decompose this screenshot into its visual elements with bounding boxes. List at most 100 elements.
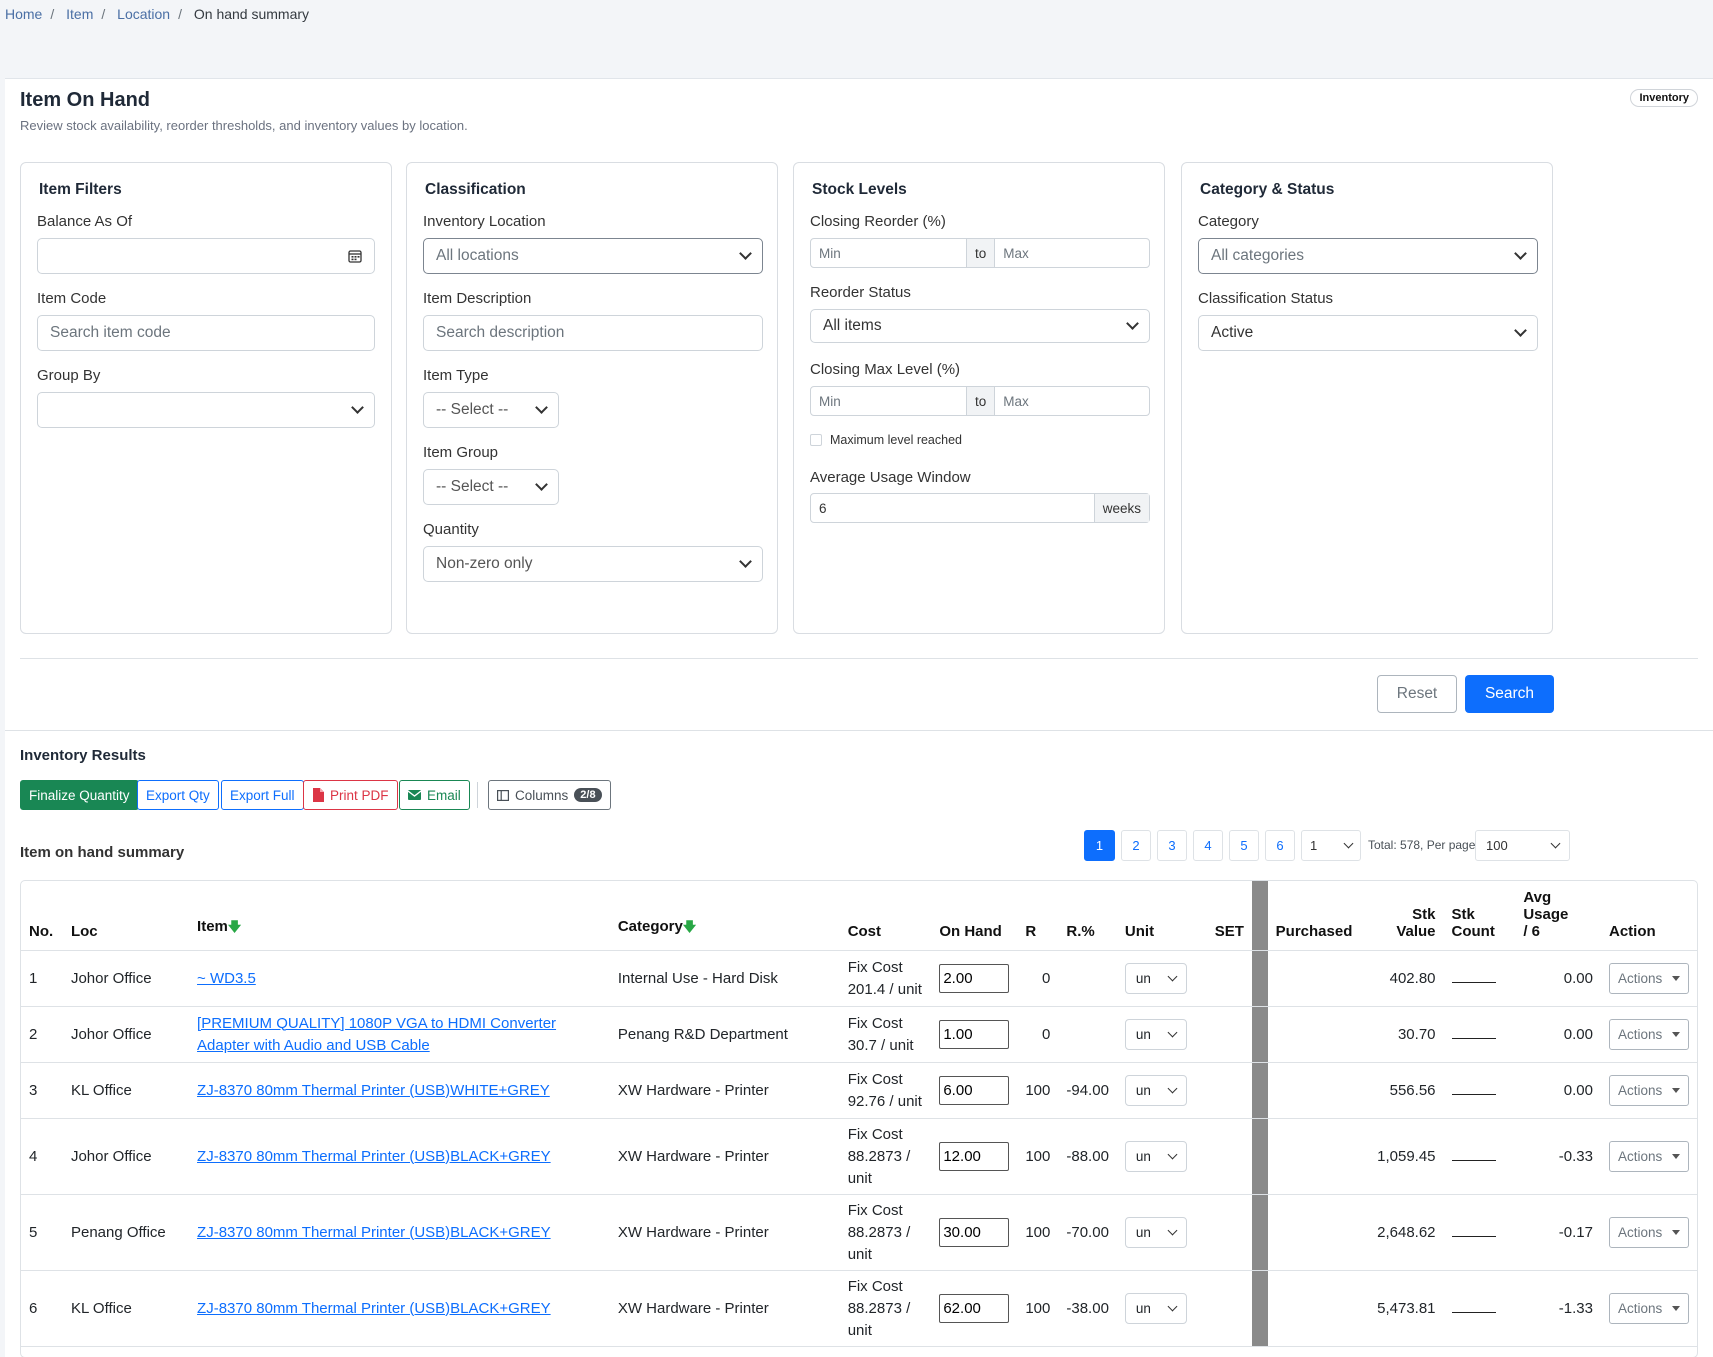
main-card: Item On Hand Review stock availability, … xyxy=(5,78,1713,1357)
columns-button[interactable]: Columns 2/8 xyxy=(488,780,611,810)
row-stk-value: 402.80 xyxy=(1363,950,1444,1007)
on-hand-input[interactable] xyxy=(939,1142,1010,1171)
row-avg-usage: 0.00 xyxy=(1515,1006,1601,1063)
item-group-select[interactable]: -- Select -- xyxy=(423,469,559,505)
row-r: 100 xyxy=(1017,1194,1059,1271)
page-3-button[interactable]: 3 xyxy=(1157,830,1187,861)
closing-reorder-min-input[interactable]: Min xyxy=(811,239,966,267)
col-loc[interactable]: Loc xyxy=(62,881,190,951)
on-hand-input[interactable] xyxy=(939,1218,1010,1247)
on-hand-input[interactable] xyxy=(939,964,1010,993)
row-category: Internal Use - Hard Disk xyxy=(609,950,840,1007)
reset-button[interactable]: Reset xyxy=(1377,675,1457,713)
col-stk-count[interactable]: Stk Count xyxy=(1443,881,1516,951)
row-on-hand xyxy=(931,1006,1018,1063)
item-link[interactable]: [PREMIUM QUALITY] 1080P VGA to HDMI Conv… xyxy=(197,1015,556,1054)
actions-dropdown[interactable]: Actions xyxy=(1609,1293,1689,1324)
calendar-icon[interactable] xyxy=(348,249,362,263)
classification-status-select[interactable]: Active xyxy=(1198,315,1538,351)
item-link[interactable]: ZJ-8370 80mm Thermal Printer (USB)BLACK+… xyxy=(197,1224,551,1241)
quantity-select[interactable]: Non-zero only xyxy=(423,546,763,582)
quantity-label: Quantity xyxy=(423,521,479,538)
page-4-button[interactable]: 4 xyxy=(1193,830,1223,861)
col-avg-usage[interactable]: Avg Usage/ 6 xyxy=(1515,881,1601,951)
print-pdf-button[interactable]: Print PDF xyxy=(303,780,398,810)
col-r[interactable]: R xyxy=(1017,881,1059,951)
col-stk-value[interactable]: Stk Value xyxy=(1363,881,1444,951)
max-level-reached-checkbox[interactable] xyxy=(810,434,822,446)
stk-count-input[interactable] xyxy=(1451,1299,1496,1313)
row-item: ZJ-8370 80mm Thermal Printer (USB)BLACK+… xyxy=(189,1270,610,1347)
item-link[interactable]: ZJ-8370 80mm Thermal Printer (USB)BLACK+… xyxy=(197,1148,551,1165)
row-cost: Fix Cost 88.2873 / unit xyxy=(839,1118,932,1195)
item-link[interactable]: ZJ-8370 80mm Thermal Printer (USB)WHITE+… xyxy=(197,1082,550,1099)
col-item[interactable]: Item🡇 xyxy=(189,881,610,951)
item-description-input[interactable]: Search description xyxy=(423,315,763,351)
unit-select[interactable]: un xyxy=(1124,1019,1187,1050)
group-by-select[interactable] xyxy=(37,392,375,428)
row-stk-value: 2,648.62 xyxy=(1363,1194,1444,1271)
page-6-button[interactable]: 6 xyxy=(1265,830,1295,861)
per-page-select[interactable]: 100 xyxy=(1475,830,1570,861)
reorder-status-select[interactable]: All items xyxy=(810,309,1150,343)
sort-desc-icon[interactable]: 🡇 xyxy=(228,919,241,934)
col-on-hand[interactable]: On Hand xyxy=(931,881,1018,951)
chevron-down-icon xyxy=(739,555,752,568)
breadcrumb-home[interactable]: Home xyxy=(5,6,42,22)
stk-count-input[interactable] xyxy=(1451,969,1496,983)
stock-levels-heading: Stock Levels xyxy=(812,181,907,198)
col-r-percent[interactable]: R.% xyxy=(1058,881,1117,951)
unit-select[interactable]: un xyxy=(1124,1217,1187,1248)
stk-count-input[interactable] xyxy=(1451,1081,1496,1095)
breadcrumb-item[interactable]: Item xyxy=(66,6,93,22)
actions-dropdown[interactable]: Actions xyxy=(1609,963,1689,994)
unit-select[interactable]: un xyxy=(1124,1293,1187,1324)
row-no: 5 xyxy=(21,1194,63,1271)
on-hand-input[interactable] xyxy=(939,1020,1010,1049)
actions-dropdown[interactable]: Actions xyxy=(1609,1019,1689,1050)
search-button[interactable]: Search xyxy=(1465,675,1554,713)
closing-max-min-input[interactable]: Min xyxy=(811,387,966,415)
sort-desc-icon[interactable]: 🡇 xyxy=(683,919,696,934)
page-5-button[interactable]: 5 xyxy=(1229,830,1259,861)
column-gutter xyxy=(1251,1062,1268,1119)
actions-dropdown[interactable]: Actions xyxy=(1609,1075,1689,1106)
stk-count-input[interactable] xyxy=(1451,1147,1496,1161)
finalize-quantity-button[interactable]: Finalize Quantity xyxy=(20,780,139,810)
item-code-input[interactable]: Search item code xyxy=(37,315,375,351)
on-hand-input[interactable] xyxy=(939,1294,1010,1323)
export-full-button[interactable]: Export Full xyxy=(221,780,304,810)
item-link[interactable]: ~ WD3.5 xyxy=(197,970,256,987)
col-cost[interactable]: Cost xyxy=(839,881,932,951)
breadcrumb-location[interactable]: Location xyxy=(117,6,170,22)
average-usage-input[interactable]: 6 xyxy=(811,494,1094,522)
stk-count-input[interactable] xyxy=(1451,1223,1496,1237)
unit-select[interactable]: un xyxy=(1124,1075,1187,1106)
col-set[interactable]: SET xyxy=(1206,881,1252,951)
closing-reorder-max-input[interactable]: Max xyxy=(995,239,1037,267)
email-button[interactable]: Email xyxy=(399,780,470,810)
page-2-button[interactable]: 2 xyxy=(1121,830,1151,861)
row-cost: Fix Cost 30.7 / unit xyxy=(839,1006,932,1063)
stk-count-input[interactable] xyxy=(1451,1025,1496,1039)
actions-dropdown[interactable]: Actions xyxy=(1609,1141,1689,1172)
col-category[interactable]: Category🡇 xyxy=(609,881,840,951)
item-type-select[interactable]: -- Select -- xyxy=(423,392,559,428)
col-unit[interactable]: Unit xyxy=(1116,881,1207,951)
category-select[interactable]: All categories xyxy=(1198,238,1538,274)
item-link[interactable]: ZJ-8370 80mm Thermal Printer (USB)BLACK+… xyxy=(197,1300,551,1317)
balance-as-of-input[interactable] xyxy=(37,238,375,274)
unit-select[interactable]: un xyxy=(1124,963,1187,994)
page-1-button[interactable]: 1 xyxy=(1084,830,1115,861)
range-to-label: to xyxy=(966,387,996,415)
unit-select[interactable]: un xyxy=(1124,1141,1187,1172)
col-purchased[interactable]: Purchased xyxy=(1267,881,1364,951)
actions-dropdown[interactable]: Actions xyxy=(1609,1217,1689,1248)
closing-max-max-input[interactable]: Max xyxy=(995,387,1037,415)
inventory-location-select[interactable]: All locations xyxy=(423,238,763,274)
export-qty-button[interactable]: Export Qty xyxy=(137,780,219,810)
on-hand-input[interactable] xyxy=(939,1076,1010,1105)
col-no[interactable]: No. xyxy=(21,881,63,951)
page-jump-select[interactable]: 1 xyxy=(1301,830,1361,861)
row-r-percent xyxy=(1058,1006,1117,1063)
